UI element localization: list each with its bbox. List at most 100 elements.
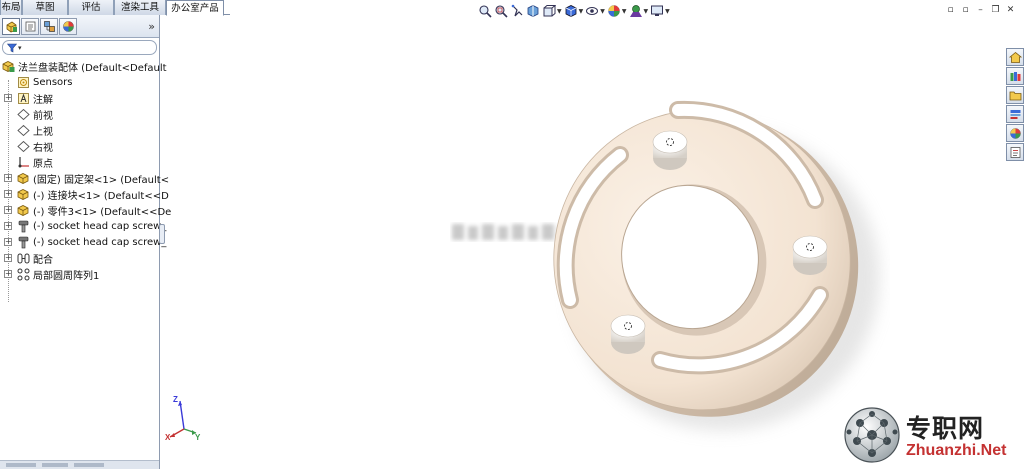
tree-item-label: 前视	[33, 110, 53, 122]
tree-item-origin[interactable]: 原点	[0, 154, 159, 170]
view-settings-button[interactable]: ▼	[650, 3, 670, 19]
apply-scene-button[interactable]: ▼	[629, 3, 649, 19]
tab-render-tools[interactable]: 渲染工具	[114, 0, 166, 15]
display-manager-icon	[62, 20, 74, 32]
expand-toggle[interactable]: +	[4, 206, 12, 214]
feature-filter[interactable]: ▾	[2, 40, 157, 55]
tree-root-assembly[interactable]: 法兰盘装配体 (Default<Default	[0, 58, 167, 74]
file-explorer-tab[interactable]	[1006, 86, 1024, 104]
tree-item-mates[interactable]: + 配合	[0, 250, 159, 266]
task-pane-tabs	[1006, 48, 1024, 161]
property-manager-icon	[25, 21, 35, 31]
expand-toggle[interactable]: +	[4, 174, 12, 182]
tree-item-right-plane[interactable]: 右视	[0, 138, 159, 154]
restore-button[interactable]: ❐	[990, 5, 1001, 15]
tree-item-screw[interactable]: + (-) socket head cap screw_	[0, 234, 166, 250]
tree-item-label: 配合	[33, 254, 53, 266]
filter-dropdown-arrow[interactable]: ▾	[18, 44, 22, 52]
expand-toggle[interactable]: +	[4, 190, 12, 198]
tree-item-sensors[interactable]: Sensors	[0, 74, 159, 90]
section-view-button[interactable]	[526, 3, 540, 19]
tree-item-screw[interactable]: + (-) socket head cap screw_	[0, 218, 166, 234]
tile-horizontal-button[interactable]: ▫	[945, 5, 956, 15]
dropdown-arrow[interactable]: ▼	[579, 8, 584, 15]
configuration-manager-tab[interactable]	[40, 17, 58, 35]
view-settings-icon	[651, 5, 664, 16]
edit-appearance-icon	[608, 5, 620, 17]
dropdown-arrow[interactable]: ▼	[665, 8, 670, 15]
tree-item-top-plane[interactable]: 上视	[0, 122, 159, 138]
display-manager-tab[interactable]	[59, 17, 77, 35]
tree-item-component[interactable]: + (固定) 固定架<1> (Default<	[0, 170, 169, 186]
hide-show-items-button[interactable]: ▼	[585, 3, 605, 19]
tree-root-label: 法兰盘装配体 (Default<Default	[18, 62, 167, 74]
expand-toggle[interactable]: +	[4, 270, 12, 278]
file-explorer-icon	[1009, 91, 1021, 100]
edit-appearance-button[interactable]: ▼	[607, 3, 627, 19]
expand-toggle[interactable]: +	[4, 238, 12, 246]
origin-icon	[17, 156, 30, 169]
feature-manager-tab[interactable]	[2, 17, 20, 35]
tab-office-products[interactable]: 办公室产品	[166, 0, 224, 16]
part-icon	[17, 172, 30, 185]
reference-triad: Z X Y	[164, 395, 204, 443]
tree-item-annotations[interactable]: + 注解	[0, 90, 159, 106]
plane-icon	[17, 124, 30, 137]
panel-splitter-handle[interactable]	[159, 224, 165, 244]
dropdown-arrow[interactable]: ▼	[600, 8, 605, 15]
screw-head-1[interactable]	[652, 130, 688, 170]
tab-evaluate[interactable]: 评估	[68, 0, 114, 15]
previous-view-button[interactable]	[510, 3, 524, 19]
design-library-icon	[1010, 71, 1020, 81]
tree-item-front-plane[interactable]: 前视	[0, 106, 159, 122]
minimize-button[interactable]: –	[975, 5, 986, 15]
screw-head-3[interactable]	[610, 314, 646, 354]
custom-properties-tab[interactable]	[1006, 143, 1024, 161]
tab-sketch[interactable]: 草图	[22, 0, 68, 15]
design-library-tab[interactable]	[1006, 67, 1024, 85]
panel-expand-button[interactable]: »	[148, 20, 155, 33]
view-orientation-button[interactable]: ▼	[542, 3, 562, 19]
tile-vertical-button[interactable]: ▫	[960, 5, 971, 15]
expand-toggle[interactable]: +	[4, 94, 12, 102]
dropdown-arrow[interactable]: ▼	[644, 8, 649, 15]
display-style-icon	[565, 5, 577, 17]
dropdown-arrow[interactable]: ▼	[557, 8, 562, 15]
view-palette-icon	[1010, 109, 1020, 119]
triad-y-label: Y	[195, 433, 201, 442]
previous-view-icon	[511, 4, 523, 17]
section-view-icon	[527, 5, 539, 17]
zoom-to-area-button[interactable]	[494, 3, 508, 19]
tree-item-label: (-) socket head cap screw_	[33, 236, 167, 248]
tree-item-label: 上视	[33, 126, 53, 138]
expand-toggle[interactable]: +	[4, 222, 12, 230]
panel-tab-bar: »	[0, 15, 159, 38]
tree-item-component[interactable]: + (-) 零件3<1> (Default<<De	[0, 202, 171, 218]
screw-head-2[interactable]	[792, 235, 828, 275]
dropdown-arrow[interactable]: ▼	[622, 8, 627, 15]
appearances-tab[interactable]	[1006, 124, 1024, 142]
view-palette-tab[interactable]	[1006, 105, 1024, 123]
tab-layout[interactable]: 布局	[0, 0, 22, 15]
tree-item-label: Sensors	[33, 76, 73, 88]
logo-chinese-text: 专职网	[906, 414, 985, 443]
custom-properties-icon	[1010, 146, 1020, 158]
annotations-icon	[17, 92, 30, 105]
view-orientation-icon	[543, 5, 556, 17]
solidworks-resources-tab[interactable]	[1006, 48, 1024, 66]
expand-toggle[interactable]: +	[4, 254, 12, 262]
tree-item-pattern[interactable]: + 局部圆周阵列1	[0, 266, 159, 282]
tree-item-component[interactable]: + (-) 连接块<1> (Default<<D	[0, 186, 169, 202]
display-style-button[interactable]: ▼	[564, 3, 584, 19]
sensors-icon	[17, 76, 30, 89]
heads-up-view-toolbar: ▼ ▼ ▼ ▼ ▼ ▼	[478, 3, 670, 19]
part-icon	[17, 188, 30, 201]
property-manager-tab[interactable]	[21, 17, 39, 35]
flange-assembly-model[interactable]	[530, 80, 890, 450]
panel-horizontal-scrollbar[interactable]	[0, 460, 159, 469]
configuration-manager-icon	[43, 20, 55, 32]
feature-manager-icon	[6, 21, 17, 32]
pattern-icon	[17, 268, 30, 281]
close-button[interactable]: ✕	[1005, 5, 1016, 15]
zoom-to-fit-button[interactable]	[478, 3, 492, 19]
